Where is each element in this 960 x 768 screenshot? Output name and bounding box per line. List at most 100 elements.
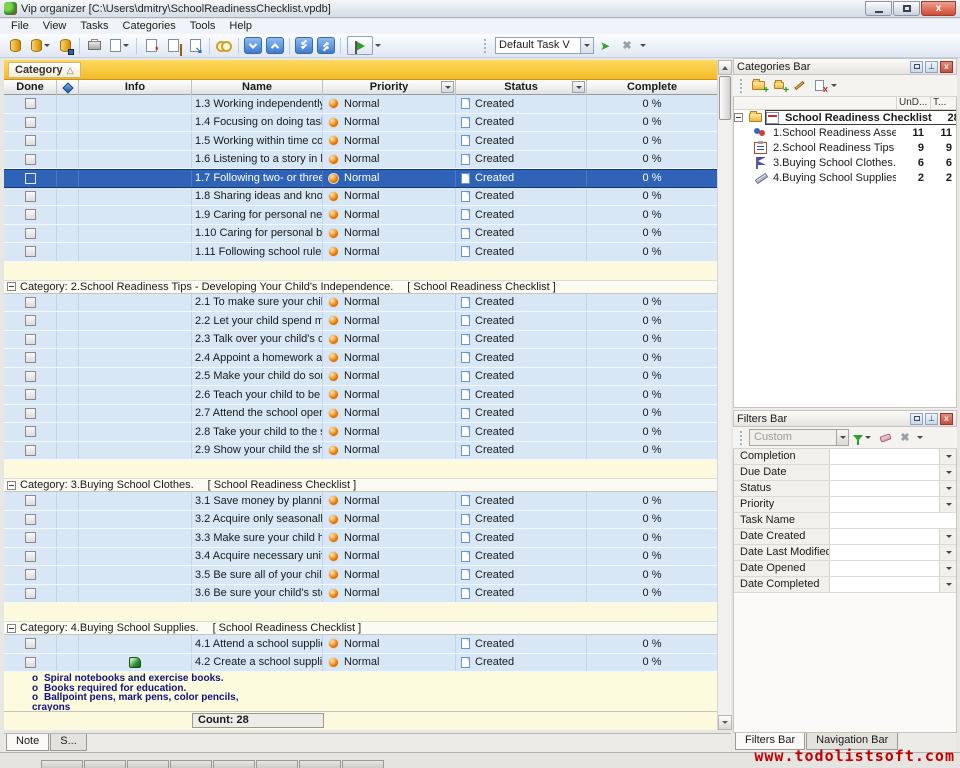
task-row[interactable]: 3.2 Acquire only seasonallyNormalCreated… xyxy=(4,511,717,530)
minimize-button[interactable] xyxy=(865,1,892,16)
filters-pin-icon[interactable]: ⊥ xyxy=(925,413,938,425)
task-row[interactable]: 2.8 Take your child to the schoolNormalC… xyxy=(4,423,717,442)
vertical-scrollbar[interactable] xyxy=(717,60,731,730)
collapse-icon[interactable] xyxy=(7,624,16,633)
done-cell[interactable] xyxy=(4,548,57,566)
task-checkbox[interactable] xyxy=(25,551,36,562)
open-database-icon[interactable] xyxy=(26,36,54,56)
column-header-complete[interactable]: Complete xyxy=(587,80,717,95)
menu-file[interactable]: File xyxy=(4,19,36,34)
done-cell[interactable] xyxy=(4,442,57,460)
toolbar-overflow-icon[interactable] xyxy=(640,44,646,47)
task-checkbox[interactable] xyxy=(25,154,36,165)
task-name[interactable]: 2.5 Make your child do some tasks xyxy=(192,368,323,386)
done-cell[interactable] xyxy=(4,170,57,187)
status-filter-dropdown-icon[interactable] xyxy=(572,81,585,93)
task-checkbox[interactable] xyxy=(25,117,36,128)
task-row[interactable]: 2.7 Attend the school open dayNormalCrea… xyxy=(4,405,717,424)
clear-filter-icon[interactable]: ✖ xyxy=(895,429,915,447)
task-name[interactable]: 2.1 To make sure your child is xyxy=(192,294,323,312)
maximize-button[interactable] xyxy=(893,1,920,16)
task-name[interactable]: 1.10 Caring for personal belongings. xyxy=(192,225,323,243)
filters-close-icon[interactable]: x xyxy=(940,413,953,425)
done-cell[interactable] xyxy=(4,294,57,312)
task-checkbox[interactable] xyxy=(25,426,36,437)
task-checkbox[interactable] xyxy=(25,135,36,146)
menu-help[interactable]: Help xyxy=(222,19,259,34)
filter-value-input[interactable] xyxy=(830,465,939,480)
task-name[interactable]: 2.4 Appoint a homework area in xyxy=(192,349,323,367)
task-name[interactable]: 4.1 Attend a school supplies shop xyxy=(192,635,323,653)
task-row[interactable]: 2.1 To make sure your child isNormalCrea… xyxy=(4,294,717,313)
task-row[interactable]: 1.6 Listening to a story in large andNor… xyxy=(4,151,717,170)
filter-dropdown-icon[interactable] xyxy=(939,497,956,512)
done-cell[interactable] xyxy=(4,188,57,206)
task-name[interactable]: 2.7 Attend the school open day xyxy=(192,405,323,423)
filter-dropdown-icon[interactable] xyxy=(939,481,956,496)
task-checkbox[interactable] xyxy=(25,389,36,400)
task-checkbox[interactable] xyxy=(25,588,36,599)
task-row[interactable]: 1.8 Sharing ideas and knowledgeNormalCre… xyxy=(4,188,717,207)
filter-value-input[interactable] xyxy=(830,529,939,544)
column-header-status[interactable]: Status xyxy=(456,80,587,95)
new-subcategory-icon[interactable]: + xyxy=(769,77,789,95)
task-checkbox[interactable] xyxy=(25,228,36,239)
done-cell[interactable] xyxy=(4,529,57,547)
priority-diamond-icon[interactable] xyxy=(57,80,79,95)
task-checkbox[interactable] xyxy=(25,191,36,202)
done-cell[interactable] xyxy=(4,585,57,603)
menu-categories[interactable]: Categories xyxy=(116,19,183,34)
task-checkbox[interactable] xyxy=(25,371,36,382)
task-row[interactable]: 1.7 Following two- or three-step oralNor… xyxy=(4,169,717,188)
collapse-icon[interactable] xyxy=(7,481,16,490)
task-row[interactable]: 3.4 Acquire necessary uniforms orNormalC… xyxy=(4,548,717,567)
done-cell[interactable] xyxy=(4,386,57,404)
task-row[interactable]: 3.3 Make sure your child has theNormalCr… xyxy=(4,529,717,548)
filter-value-input[interactable] xyxy=(830,481,939,496)
green-flag-icon[interactable] xyxy=(344,36,384,56)
filter-dropdown-icon[interactable] xyxy=(939,577,956,592)
task-name[interactable]: 2.3 Talk over your child's day. By xyxy=(192,331,323,349)
task-name[interactable]: 1.7 Following two- or three-step oral xyxy=(192,170,323,187)
edit-category-icon[interactable] xyxy=(789,77,809,95)
done-cell[interactable] xyxy=(4,566,57,584)
filter-value-input[interactable] xyxy=(830,545,939,560)
done-cell[interactable] xyxy=(4,151,57,169)
new-database-icon[interactable] xyxy=(4,36,26,56)
done-cell[interactable] xyxy=(4,635,57,653)
task-checkbox[interactable] xyxy=(25,209,36,220)
task-name[interactable]: 2.9 Show your child the shortest xyxy=(192,442,323,460)
task-row[interactable]: 2.3 Talk over your child's day. ByNormal… xyxy=(4,331,717,350)
move-up-icon[interactable] xyxy=(264,36,286,56)
column-header-name[interactable]: Name xyxy=(192,80,323,95)
filter-dropdown-icon[interactable] xyxy=(939,545,956,560)
task-name[interactable]: 1.4 Focusing on doing tasks, xyxy=(192,114,323,132)
filter-dropdown-icon[interactable] xyxy=(939,449,956,464)
task-name[interactable]: 3.3 Make sure your child has the xyxy=(192,529,323,547)
apply-filter-icon[interactable] xyxy=(849,429,875,447)
task-name[interactable]: 1.3 Working independently and xyxy=(192,95,323,113)
column-header-undone[interactable]: UnD... xyxy=(896,97,930,109)
category-group-header[interactable]: Category: 3.Buying School Clothes.[ Scho… xyxy=(4,478,717,492)
category-group-header[interactable]: Category: 4.Buying School Supplies.[ Sch… xyxy=(4,621,717,635)
task-name[interactable]: 3.5 Be sure all of your child's new xyxy=(192,566,323,584)
done-cell[interactable] xyxy=(4,349,57,367)
group-by-category-button[interactable]: Category△ xyxy=(8,62,81,78)
scroll-down-icon[interactable] xyxy=(718,715,732,730)
filter-preset-combo[interactable]: Custom xyxy=(749,429,849,446)
task-row[interactable]: 1.3 Working independently andNormalCreat… xyxy=(4,95,717,114)
priority-filter-dropdown-icon[interactable] xyxy=(441,81,454,93)
scrollbar-thumb[interactable] xyxy=(719,76,731,120)
tab-s[interactable]: S... xyxy=(50,734,87,751)
task-checkbox[interactable] xyxy=(25,297,36,308)
filter-value-input[interactable] xyxy=(830,513,956,528)
task-name[interactable]: 2.6 Teach your child to be xyxy=(192,386,323,404)
task-checkbox[interactable] xyxy=(25,98,36,109)
collapse-icon[interactable] xyxy=(7,282,16,291)
print-icon[interactable] xyxy=(83,36,105,56)
task-row[interactable]: 1.4 Focusing on doing tasks,NormalCreate… xyxy=(4,114,717,133)
filter-value-input[interactable] xyxy=(830,449,939,464)
clear-icon[interactable]: ✖ xyxy=(616,36,638,56)
categories-float-icon[interactable] xyxy=(910,61,923,73)
menu-tasks[interactable]: Tasks xyxy=(73,19,115,34)
